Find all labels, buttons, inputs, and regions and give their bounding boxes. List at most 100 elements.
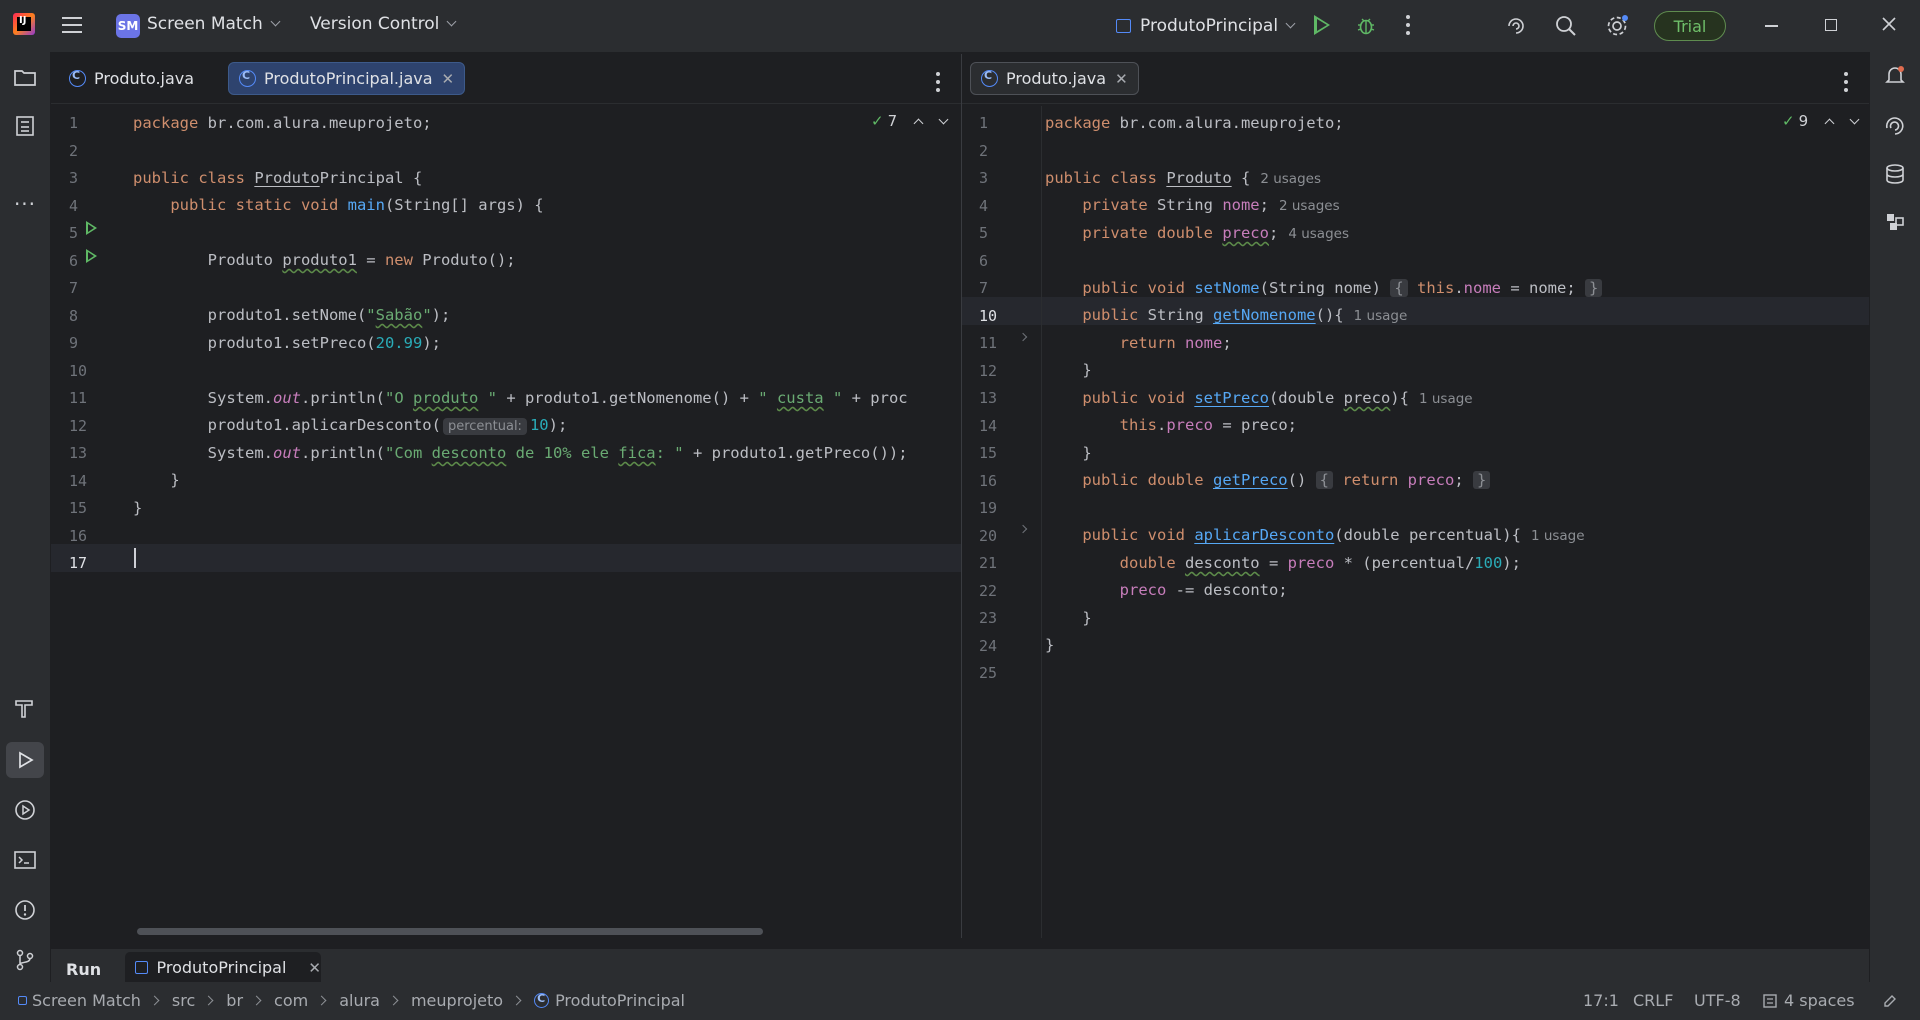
line-number[interactable]: 19 (979, 495, 997, 523)
tab-close-icon[interactable]: ✕ (442, 70, 455, 88)
usage-hint[interactable]: 4 usages (1288, 226, 1349, 242)
usage-hint[interactable]: 2 usages (1279, 198, 1340, 214)
notifications-icon[interactable] (1881, 62, 1909, 90)
line-number[interactable]: 5 (69, 220, 78, 248)
line-number[interactable]: 3 (979, 165, 988, 193)
folded-region[interactable]: } (1473, 471, 1491, 489)
project-badge[interactable]: SM (116, 14, 140, 38)
search-icon[interactable] (1555, 15, 1577, 37)
line-number[interactable]: 7 (69, 275, 78, 303)
line-number[interactable]: 20 (979, 523, 997, 551)
debug-icon[interactable] (1357, 15, 1375, 35)
line-number[interactable]: 16 (69, 523, 87, 551)
tab-produtoprincipal-java[interactable]: ProdutoPrincipal.java ✕ (228, 62, 466, 95)
run-panel-label[interactable]: Run (66, 960, 101, 979)
usage-hint[interactable]: 1 usage (1354, 308, 1408, 324)
line-number[interactable]: 14 (69, 468, 87, 496)
line-number[interactable]: 2 (69, 138, 78, 166)
horizontal-scrollbar[interactable] (137, 928, 763, 935)
project-folder-icon[interactable] (11, 63, 39, 91)
file-encoding[interactable]: UTF-8 (1694, 991, 1741, 1010)
close-icon[interactable]: ✕ (308, 959, 321, 977)
tab-options-icon[interactable] (1844, 72, 1848, 96)
tab-close-icon[interactable]: ✕ (1115, 70, 1128, 88)
line-number[interactable]: 24 (979, 633, 997, 661)
tab-produto-java[interactable]: Produto.java (59, 62, 204, 95)
project-selector[interactable]: Screen Match (147, 14, 281, 34)
settings-gear-icon[interactable] (1605, 14, 1629, 38)
ai-assistant-icon[interactable] (1505, 15, 1527, 37)
breadcrumb-item[interactable]: br (226, 991, 243, 1010)
line-number[interactable]: 23 (979, 605, 997, 633)
more-actions-icon[interactable] (1406, 15, 1410, 39)
line-number[interactable]: 5 (979, 220, 988, 248)
line-number[interactable]: 12 (69, 413, 87, 441)
line-number[interactable]: 2 (979, 138, 988, 166)
main-menu-icon[interactable] (62, 17, 82, 33)
line-number[interactable]: 3 (69, 165, 78, 193)
line-number[interactable]: 15 (979, 440, 997, 468)
line-number[interactable]: 13 (979, 385, 997, 413)
intellij-logo-icon[interactable]: IJ (13, 13, 35, 35)
line-number[interactable]: 10 (979, 303, 997, 331)
edit-lock-icon[interactable] (1882, 993, 1898, 1009)
line-number[interactable]: 16 (979, 468, 997, 496)
more-tools-icon[interactable]: ··· (11, 190, 39, 218)
tab-produto-java[interactable]: Produto.java ✕ (970, 62, 1139, 95)
terminal-icon[interactable] (11, 846, 39, 874)
git-icon[interactable] (11, 946, 39, 974)
fold-expand-icon[interactable] (1018, 332, 1028, 342)
code-area-right[interactable]: package br.com.alura.meuprojeto; public … (1045, 106, 1869, 938)
line-number[interactable]: 17 (69, 550, 87, 578)
usage-hint[interactable]: 1 usage (1419, 391, 1473, 407)
problems-icon[interactable] (11, 896, 39, 924)
minimize-icon[interactable] (1765, 25, 1778, 27)
breadcrumb-item[interactable]: src (172, 991, 195, 1010)
line-number[interactable]: 1 (979, 110, 988, 138)
usage-hint[interactable]: 1 usage (1531, 528, 1585, 544)
caret-position[interactable]: 17:1 (1583, 991, 1619, 1010)
indent-setting[interactable]: 4 spaces (1784, 991, 1855, 1010)
folded-region[interactable]: { (1390, 279, 1408, 297)
line-number[interactable]: 22 (979, 578, 997, 606)
run-icon[interactable] (1314, 15, 1330, 35)
line-number[interactable]: 9 (69, 330, 78, 358)
line-number[interactable]: 1 (69, 110, 78, 138)
vcs-selector[interactable]: Version Control (310, 14, 457, 34)
tab-options-icon[interactable] (936, 72, 940, 96)
line-number[interactable]: 7 (979, 275, 988, 303)
build-hammer-icon[interactable] (11, 694, 39, 722)
line-number[interactable]: 6 (69, 248, 78, 276)
line-number[interactable]: 8 (69, 303, 78, 331)
line-number[interactable]: 6 (979, 248, 988, 276)
fold-expand-icon[interactable] (1018, 524, 1028, 534)
line-separator[interactable]: CRLF (1633, 991, 1673, 1010)
breadcrumb-item[interactable]: alura (339, 991, 380, 1010)
trial-badge[interactable]: Trial (1654, 11, 1726, 41)
folded-region[interactable]: { (1315, 471, 1333, 489)
run-main-icon[interactable] (86, 249, 97, 263)
folded-region[interactable]: } (1585, 279, 1603, 297)
ai-chat-icon[interactable] (1881, 112, 1909, 140)
line-number[interactable]: 21 (979, 550, 997, 578)
line-number[interactable]: 11 (69, 385, 87, 413)
breadcrumb-item[interactable]: com (274, 991, 308, 1010)
close-icon[interactable] (1880, 15, 1898, 33)
breadcrumb-item[interactable]: ProdutoPrincipal (534, 991, 685, 1010)
breadcrumb-item[interactable]: Screen Match (18, 991, 141, 1010)
run-tab-produtoprincipal[interactable]: ProdutoPrincipal ✕ (125, 952, 321, 983)
line-number[interactable]: 13 (69, 440, 87, 468)
usage-hint[interactable]: 2 usages (1260, 171, 1321, 187)
run-config-selector[interactable]: ProdutoPrincipal (1116, 16, 1296, 36)
line-number[interactable]: 4 (69, 193, 78, 221)
breadcrumb-item[interactable]: meuprojeto (411, 991, 503, 1010)
database-icon[interactable] (1881, 160, 1909, 188)
structure-icon[interactable] (11, 112, 39, 140)
line-number[interactable]: 10 (69, 358, 87, 386)
run-main-icon[interactable] (86, 221, 97, 235)
maximize-icon[interactable] (1825, 19, 1837, 31)
services-icon[interactable] (11, 796, 39, 824)
line-number[interactable]: 25 (979, 660, 997, 688)
run-tool-icon[interactable] (6, 742, 44, 778)
line-number[interactable]: 14 (979, 413, 997, 441)
